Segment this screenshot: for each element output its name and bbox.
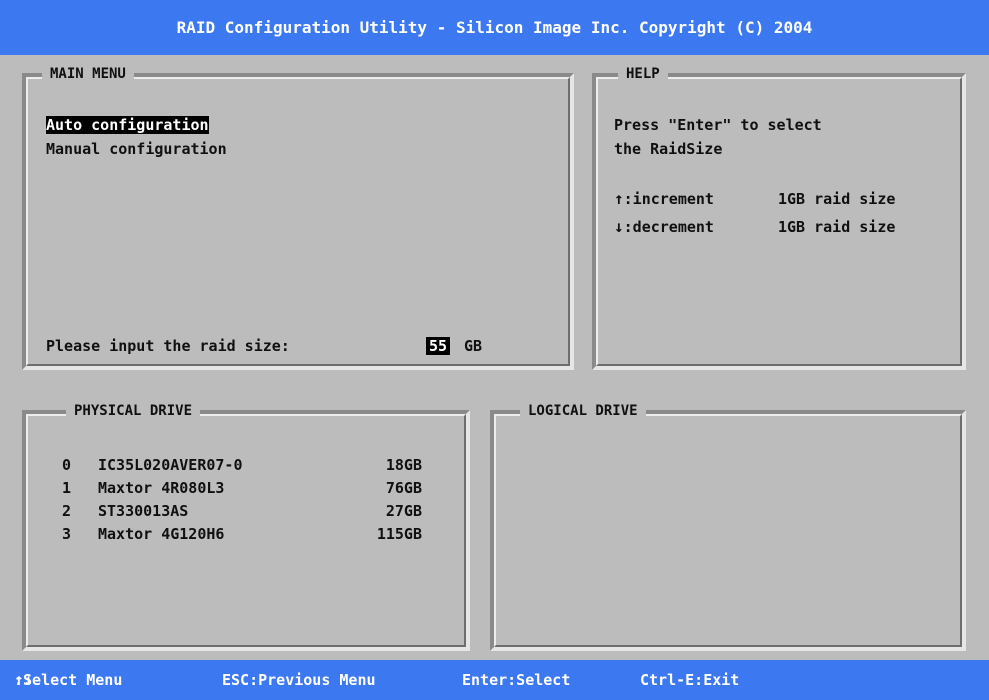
- status-bar: ↑↓:Select Menu ESC:Previous Menu Enter:S…: [0, 660, 989, 700]
- drive-model: Maxtor 4R080L3: [98, 479, 225, 497]
- menu-item-auto-configuration[interactable]: Auto configuration: [46, 116, 209, 134]
- logical-drive-panel: LOGICAL DRIVE: [490, 402, 966, 651]
- help-increment-row: ↑:increment: [614, 189, 714, 209]
- up-arrow-icon: ↑: [614, 189, 624, 208]
- help-line-2: the RaidSize: [614, 140, 723, 158]
- status-enter: Enter:Select: [462, 671, 571, 689]
- drive-size: 27GB: [385, 502, 422, 520]
- drive-model: Maxtor 4G120H6: [98, 525, 225, 543]
- physical-drive-panel: PHYSICAL DRIVE 0 IC35L020AVER07-0 18GB 1…: [22, 402, 470, 651]
- drive-size: 18GB: [385, 456, 422, 474]
- help-decrement-amount: 1GB raid size: [778, 218, 896, 236]
- help-decrement-text: :decrement: [623, 218, 714, 236]
- raid-size-prompt: Please input the raid size:: [46, 337, 290, 355]
- raid-size-input[interactable]: 55: [426, 337, 450, 355]
- logical-drive-title: LOGICAL DRIVE: [520, 402, 646, 420]
- help-title: HELP: [618, 65, 668, 83]
- drive-index: 2: [62, 502, 72, 520]
- drive-size: 115GB: [376, 525, 422, 543]
- status-select-menu-text: :Select Menu: [14, 671, 123, 689]
- drive-model: IC35L020AVER07-0: [98, 456, 243, 474]
- help-decrement-row: ↓:decrement: [614, 217, 714, 237]
- drive-index: 0: [62, 456, 72, 474]
- help-line-1: Press "Enter" to select: [614, 116, 822, 134]
- help-increment-text: :increment: [623, 190, 714, 208]
- main-menu-title: MAIN MENU: [42, 65, 134, 83]
- title-bar: RAID Configuration Utility - Silicon Ima…: [0, 0, 989, 55]
- status-esc: ESC:Previous Menu: [222, 671, 376, 689]
- menu-item-manual-configuration[interactable]: Manual configuration: [46, 140, 227, 158]
- status-ctrl-e: Ctrl-E:Exit: [640, 671, 740, 689]
- main-menu-panel: MAIN MENU Auto configuration Manual conf…: [22, 65, 574, 370]
- down-arrow-icon: ↓: [614, 217, 624, 236]
- drive-index: 1: [62, 479, 72, 497]
- physical-drive-title: PHYSICAL DRIVE: [66, 402, 201, 420]
- drive-index: 3: [62, 525, 72, 543]
- help-increment-amount: 1GB raid size: [778, 190, 896, 208]
- drive-size: 76GB: [385, 479, 422, 497]
- app-title: RAID Configuration Utility - Silicon Ima…: [176, 18, 813, 37]
- help-panel: HELP Press "Enter" to select the RaidSiz…: [592, 65, 966, 370]
- drive-model: ST330013AS: [98, 502, 189, 520]
- raid-size-unit: GB: [464, 337, 483, 355]
